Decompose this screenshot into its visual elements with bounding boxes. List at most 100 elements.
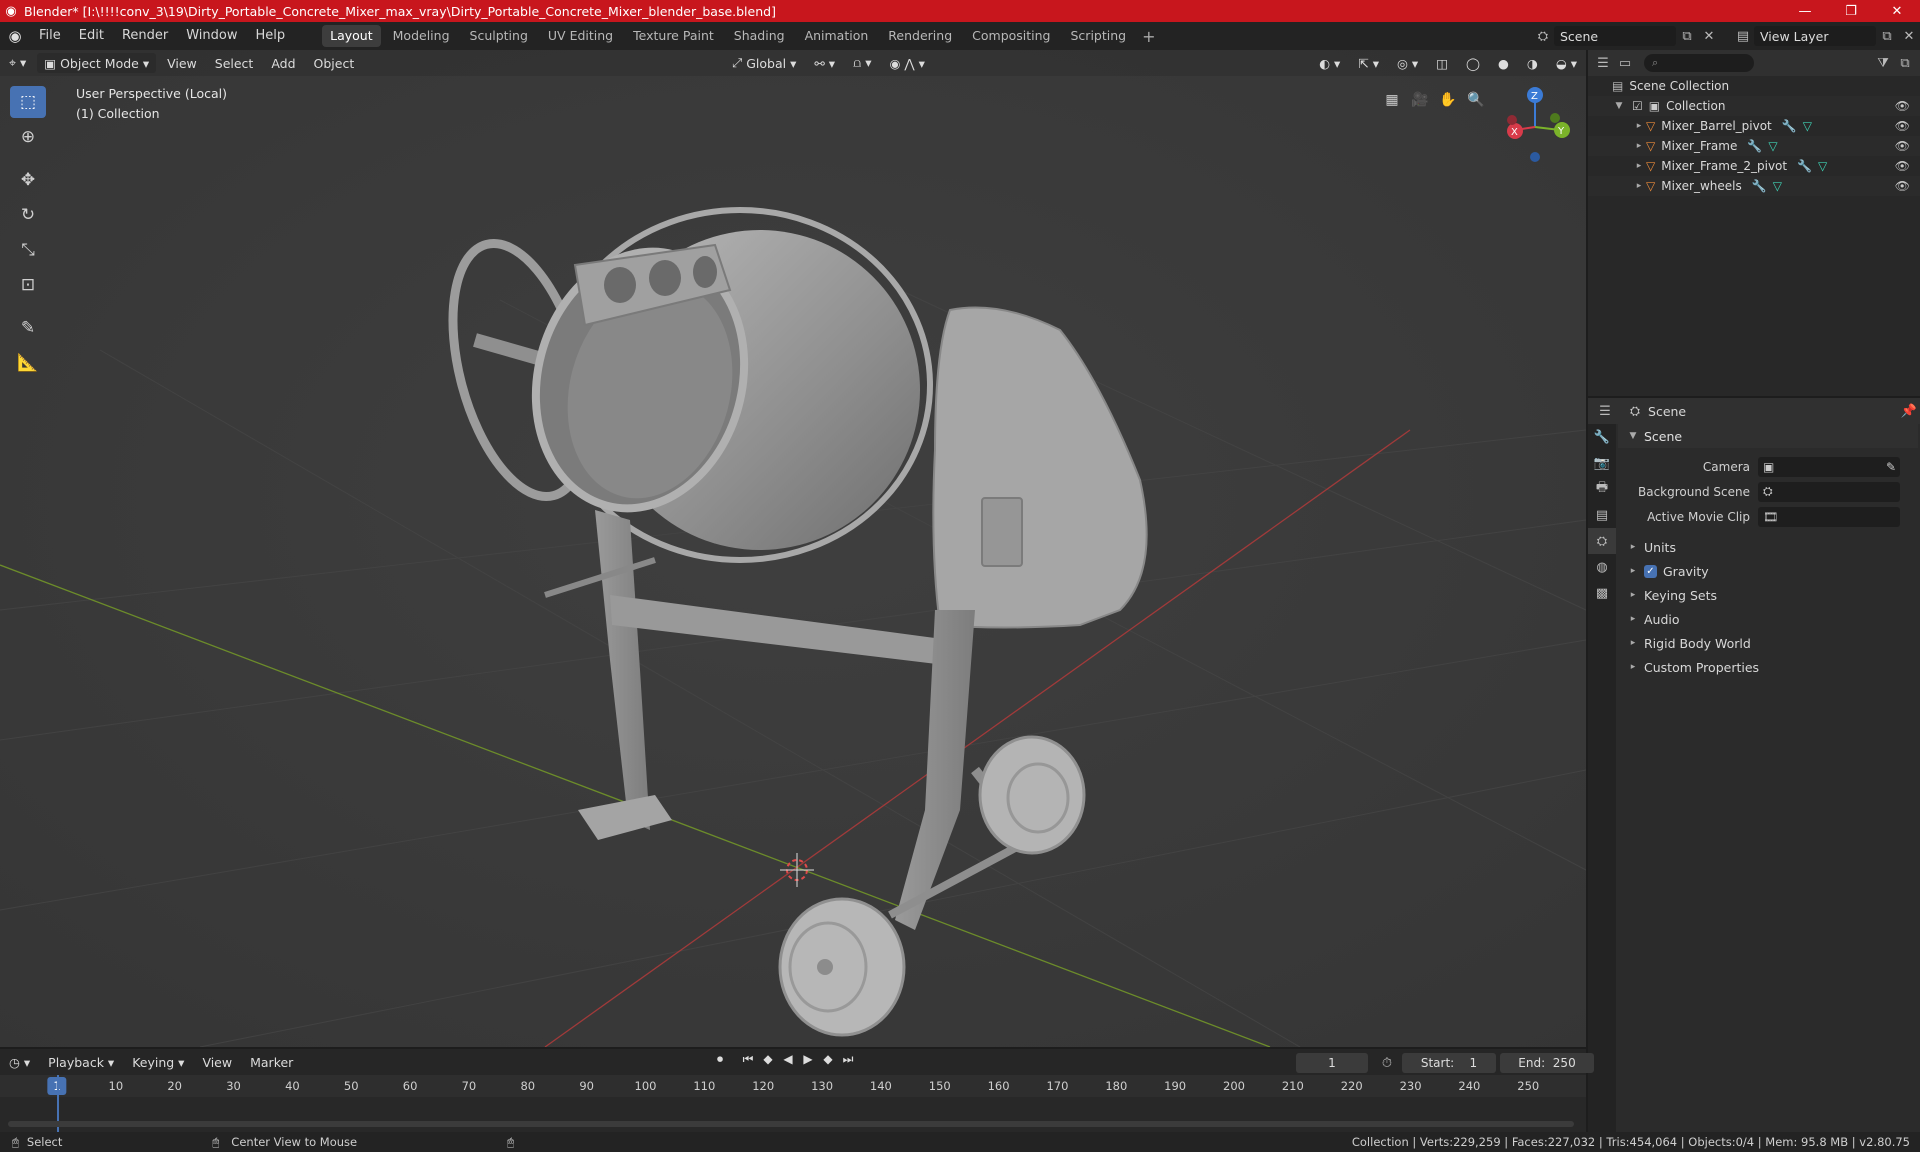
next-keyframe-icon[interactable]: ◆ bbox=[818, 1052, 838, 1067]
tab-shading[interactable]: Shading bbox=[726, 25, 793, 47]
modifier-wrench-icon[interactable]: 🔧 bbox=[1747, 139, 1762, 153]
timeline-view-menu[interactable]: View bbox=[195, 1052, 239, 1072]
shading-wireframe-icon[interactable]: ◯ bbox=[1459, 53, 1487, 73]
outliner-object-mixer-barrel-pivot[interactable]: ▸ ▽ Mixer_Barrel_pivot 🔧 ▽ 👁 bbox=[1588, 116, 1920, 136]
start-frame-field[interactable]: Start: 1 bbox=[1402, 1053, 1496, 1073]
jump-end-icon[interactable]: ⏭ bbox=[838, 1052, 858, 1067]
expand-triangle-icon[interactable]: ▼ bbox=[1612, 101, 1626, 111]
expand-triangle-icon[interactable]: ▸ bbox=[1632, 121, 1646, 131]
checkbox-icon[interactable]: ☑ bbox=[1632, 99, 1643, 113]
play-icon[interactable]: ▶ bbox=[798, 1052, 818, 1067]
modifier-wrench-icon[interactable]: 🔧 bbox=[1752, 179, 1767, 193]
background-scene-field[interactable]: ⛭ bbox=[1758, 481, 1900, 502]
record-icon[interactable]: ⏺ bbox=[710, 1052, 730, 1067]
tab-scripting[interactable]: Scripting bbox=[1063, 25, 1135, 47]
object-menu[interactable]: Object bbox=[307, 53, 362, 73]
outliner-scene-collection[interactable]: ▤ Scene Collection bbox=[1588, 76, 1920, 96]
outliner-object-mixer-frame[interactable]: ▸ ▽ Mixer_Frame 🔧 ▽ 👁 bbox=[1588, 136, 1920, 156]
mesh-data-icon[interactable]: ▽ bbox=[1768, 139, 1777, 153]
properties-editor-type-icon[interactable]: ☰ bbox=[1594, 400, 1616, 422]
expand-triangle-icon[interactable]: ▸ bbox=[1632, 161, 1646, 171]
pivot-point-icon[interactable]: ⚯ ▾ bbox=[807, 53, 842, 73]
proportional-edit-icon[interactable]: ◉ ⋀ ▾ bbox=[882, 53, 931, 73]
gravity-subpanel[interactable]: ▸ ✓ Gravity bbox=[1618, 559, 1918, 583]
select-menu[interactable]: Select bbox=[208, 53, 261, 73]
move-tool-icon[interactable]: ✥ bbox=[10, 164, 46, 196]
new-scene-icon[interactable]: ⧉ bbox=[1676, 25, 1698, 47]
eye-icon[interactable]: 👁 bbox=[1895, 156, 1910, 176]
play-reverse-icon[interactable]: ◀ bbox=[778, 1052, 798, 1067]
units-subpanel[interactable]: ▸ Units bbox=[1618, 535, 1918, 559]
texture-tab-icon[interactable]: ▩ bbox=[1588, 580, 1616, 606]
shading-rendered-icon[interactable]: ◒ ▾ bbox=[1549, 53, 1584, 73]
view-layer-browse-icon[interactable]: ▤ bbox=[1732, 25, 1754, 47]
marker-menu[interactable]: Marker bbox=[243, 1052, 300, 1072]
display-mode-icon[interactable]: ▭ bbox=[1614, 52, 1636, 74]
output-tab-icon[interactable]: 🖶 bbox=[1588, 476, 1616, 502]
shading-solid-icon[interactable]: ● bbox=[1491, 53, 1516, 73]
audio-subpanel[interactable]: ▸ Audio bbox=[1618, 607, 1918, 631]
outliner-object-mixer-wheels[interactable]: ▸ ▽ Mixer_wheels 🔧 ▽ 👁 bbox=[1588, 176, 1920, 196]
end-frame-field[interactable]: End: 250 bbox=[1500, 1053, 1594, 1073]
camera-field[interactable]: ▣ ✎ bbox=[1758, 456, 1900, 477]
outliner-search-input[interactable]: ⌕ bbox=[1644, 54, 1754, 72]
close-button[interactable]: ✕ bbox=[1874, 0, 1920, 22]
menu-help[interactable]: Help bbox=[247, 22, 295, 50]
select-box-tool-icon[interactable]: ⬚ bbox=[10, 86, 46, 118]
render-tab-icon[interactable]: 📷 bbox=[1588, 450, 1616, 476]
scene-field[interactable]: Scene bbox=[1554, 26, 1676, 46]
outliner-collection[interactable]: ▼ ☑ ▣ Collection 👁 bbox=[1588, 96, 1920, 116]
add-workspace-icon[interactable]: + bbox=[1136, 27, 1161, 46]
3d-viewport[interactable]: Z Y X ⌖ ▾ ▣ Object Mode ▾ View Select Ad… bbox=[0, 50, 1586, 1047]
tab-layout[interactable]: Layout bbox=[322, 25, 381, 47]
delete-scene-icon[interactable]: ✕ bbox=[1698, 25, 1720, 47]
cursor-tool-icon[interactable]: ⊕ bbox=[10, 121, 46, 153]
tab-animation[interactable]: Animation bbox=[797, 25, 877, 47]
camera-view-icon[interactable]: 🎥 bbox=[1406, 86, 1434, 114]
timeline-scrollbar[interactable] bbox=[8, 1121, 1574, 1127]
blender-menu-icon[interactable]: ◉ bbox=[0, 27, 30, 45]
measure-tool-icon[interactable]: 📐 bbox=[10, 347, 46, 379]
active-movie-clip-field[interactable]: 🎞 bbox=[1758, 506, 1900, 527]
expand-triangle-icon[interactable]: ▸ bbox=[1632, 181, 1646, 191]
transform-tool-icon[interactable]: ⊡ bbox=[10, 269, 46, 301]
delete-view-layer-icon[interactable]: ✕ bbox=[1898, 25, 1920, 47]
toggle-perspective-icon[interactable]: ▦ bbox=[1378, 86, 1406, 114]
editor-type-icon[interactable]: ⌖ ▾ bbox=[2, 53, 33, 73]
gizmo-toggle-icon[interactable]: ⇱ ▾ bbox=[1351, 53, 1386, 73]
eye-icon[interactable]: 👁 bbox=[1895, 116, 1910, 136]
add-menu[interactable]: Add bbox=[264, 53, 302, 73]
new-collection-icon[interactable]: ⧉ bbox=[1894, 52, 1916, 74]
scale-tool-icon[interactable]: ⤡ bbox=[10, 234, 46, 266]
outliner-editor-type-icon[interactable]: ☰ bbox=[1592, 52, 1614, 74]
menu-window[interactable]: Window bbox=[177, 22, 246, 50]
gravity-checkbox[interactable]: ✓ bbox=[1644, 564, 1657, 578]
rigid-body-world-subpanel[interactable]: ▸ Rigid Body World bbox=[1618, 631, 1918, 655]
snap-icon[interactable]: ⩍ ▾ bbox=[846, 53, 878, 73]
filter-icon[interactable]: ⧩ bbox=[1872, 52, 1894, 74]
custom-properties-subpanel[interactable]: ▸ Custom Properties bbox=[1618, 655, 1918, 679]
rotate-tool-icon[interactable]: ↻ bbox=[10, 199, 46, 231]
tab-sculpting[interactable]: Sculpting bbox=[462, 25, 536, 47]
eye-icon[interactable]: 👁 bbox=[1895, 96, 1910, 116]
prev-keyframe-icon[interactable]: ◆ bbox=[758, 1052, 778, 1067]
object-mode-dropdown[interactable]: ▣ Object Mode ▾ bbox=[37, 53, 157, 73]
menu-edit[interactable]: Edit bbox=[70, 22, 113, 50]
annotate-tool-icon[interactable]: ✎ bbox=[10, 312, 46, 344]
tab-uv-editing[interactable]: UV Editing bbox=[540, 25, 621, 47]
mesh-data-icon[interactable]: ▽ bbox=[1803, 119, 1812, 133]
view-layer-tab-icon[interactable]: ▤ bbox=[1588, 502, 1616, 528]
maximize-button[interactable]: ❐ bbox=[1828, 0, 1874, 22]
tab-compositing[interactable]: Compositing bbox=[964, 25, 1058, 47]
view-menu[interactable]: View bbox=[160, 53, 204, 73]
eye-icon[interactable]: 👁 bbox=[1895, 136, 1910, 156]
eyedropper-icon[interactable]: ✎ bbox=[1886, 460, 1896, 474]
world-tab-icon[interactable]: ◍ bbox=[1588, 554, 1616, 580]
jump-start-icon[interactable]: ⏮ bbox=[738, 1052, 758, 1067]
zoom-view-icon[interactable]: 🔍 bbox=[1462, 86, 1490, 114]
pin-icon[interactable]: 📌 bbox=[1898, 400, 1920, 422]
overlays-icon[interactable]: ◎ ▾ bbox=[1390, 53, 1425, 73]
shading-material-icon[interactable]: ◑ bbox=[1520, 53, 1545, 73]
keying-sets-subpanel[interactable]: ▸ Keying Sets bbox=[1618, 583, 1918, 607]
tab-rendering[interactable]: Rendering bbox=[880, 25, 960, 47]
